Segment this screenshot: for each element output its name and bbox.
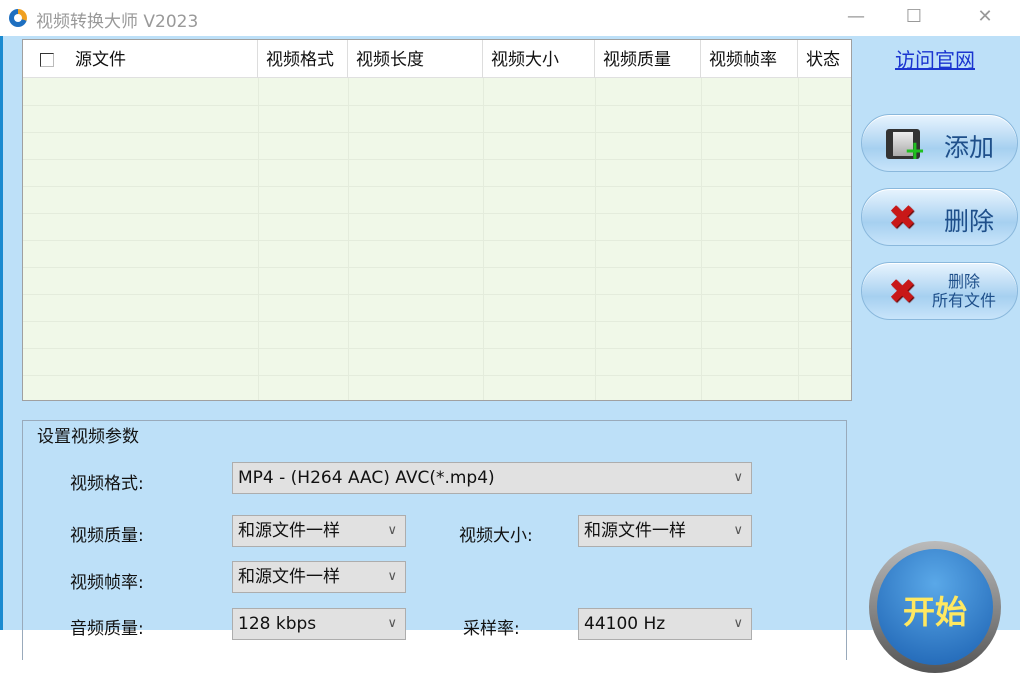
chevron-down-icon: ∨	[733, 470, 743, 485]
main-window: 源文件 视频格式 视频长度 视频大小 视频质量 视频帧率 状态 访问官网 + 添…	[0, 36, 1020, 673]
grid-line	[23, 267, 851, 268]
grid-line	[23, 348, 851, 349]
chevron-down-icon: ∨	[387, 523, 397, 538]
delete-all-button[interactable]: ✖ 删除 所有文件	[861, 262, 1018, 320]
col-quality[interactable]: 视频质量	[595, 40, 701, 78]
title-bar: 视频转换大师 V2023 — ☐ ✕	[0, 0, 1020, 36]
format-select[interactable]: MP4 - (H264 AAC) AVC(*.mp4) ∨	[232, 462, 752, 494]
delete-all-x-icon: ✖	[888, 272, 917, 312]
chevron-down-icon: ∨	[733, 523, 743, 538]
visit-website-link[interactable]: 访问官网	[895, 44, 975, 73]
size-select[interactable]: 和源文件一样 ∨	[578, 515, 752, 547]
grid-line	[798, 78, 799, 400]
delete-button[interactable]: ✖ 删除	[861, 188, 1018, 246]
grid-line	[701, 78, 702, 400]
file-table[interactable]: 源文件 视频格式 视频长度 视频大小 视频质量 视频帧率 状态	[22, 39, 852, 401]
samplerate-label: 采样率:	[463, 619, 520, 639]
format-label: 视频格式:	[70, 474, 144, 494]
grid-line	[258, 78, 259, 400]
chevron-down-icon: ∨	[387, 616, 397, 631]
col-source[interactable]: 源文件	[67, 40, 258, 78]
maximize-button[interactable]: ☐	[894, 6, 934, 27]
grid-line	[23, 159, 851, 160]
grid-line	[23, 240, 851, 241]
chevron-down-icon: ∨	[733, 616, 743, 631]
app-icon	[9, 9, 27, 27]
audio-quality-label: 音频质量:	[70, 619, 144, 639]
grid-line	[23, 186, 851, 187]
framerate-select[interactable]: 和源文件一样 ∨	[232, 561, 406, 593]
quality-label: 视频质量:	[70, 526, 144, 546]
settings-group-title: 设置视频参数	[35, 422, 141, 447]
quality-select[interactable]: 和源文件一样 ∨	[232, 515, 406, 547]
grid-line	[483, 78, 484, 400]
grid-line	[23, 132, 851, 133]
start-button[interactable]: 开始	[869, 541, 1001, 673]
samplerate-select[interactable]: 44100 Hz ∨	[578, 608, 752, 640]
add-button[interactable]: + 添加	[861, 114, 1018, 172]
framerate-label: 视频帧率:	[70, 573, 144, 593]
chevron-down-icon: ∨	[387, 569, 397, 584]
col-status[interactable]: 状态	[798, 40, 851, 78]
minimize-button[interactable]: —	[836, 6, 876, 27]
grid-line	[23, 213, 851, 214]
grid-line	[23, 321, 851, 322]
close-button[interactable]: ✕	[965, 6, 1005, 27]
table-header: 源文件 视频格式 视频长度 视频大小 视频质量 视频帧率 状态	[23, 40, 851, 78]
col-size[interactable]: 视频大小	[483, 40, 595, 78]
size-label: 视频大小:	[459, 526, 533, 546]
col-format[interactable]: 视频格式	[258, 40, 348, 78]
delete-x-icon: ✖	[888, 198, 917, 238]
window-title: 视频转换大师 V2023	[36, 12, 199, 32]
col-length[interactable]: 视频长度	[348, 40, 483, 78]
grid-line	[23, 105, 851, 106]
select-all-checkbox[interactable]	[40, 53, 54, 67]
grid-line	[348, 78, 349, 400]
grid-line	[23, 294, 851, 295]
audio-quality-select[interactable]: 128 kbps ∨	[232, 608, 406, 640]
plus-icon: +	[904, 136, 926, 166]
grid-line	[23, 375, 851, 376]
grid-line	[595, 78, 596, 400]
col-framerate[interactable]: 视频帧率	[701, 40, 798, 78]
